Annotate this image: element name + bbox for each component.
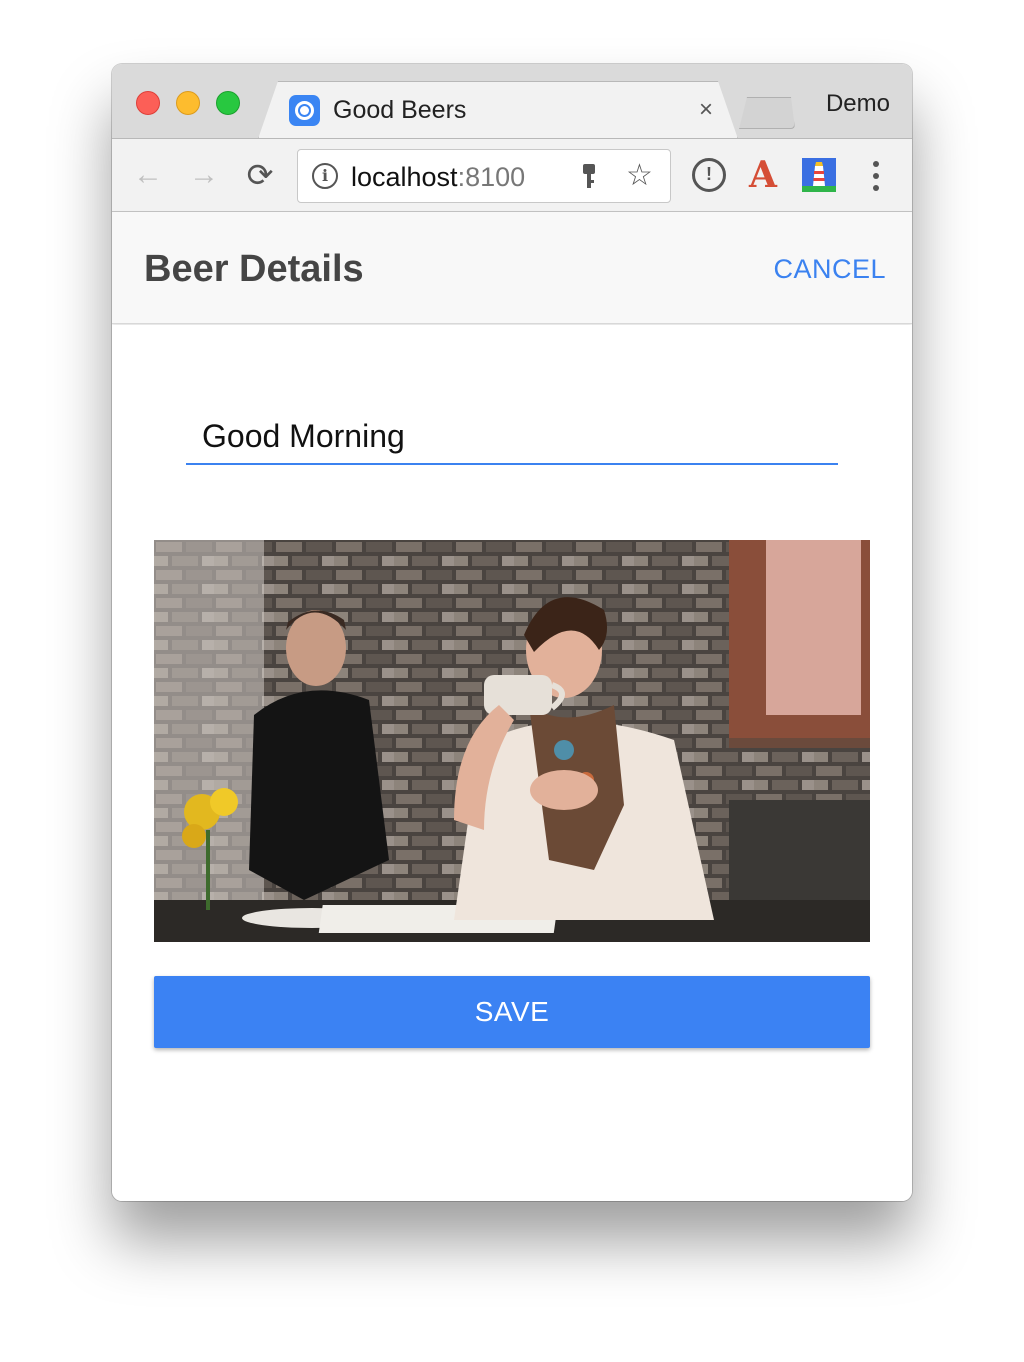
browser-menu-icon[interactable] <box>864 159 888 193</box>
save-button[interactable]: SAVE <box>154 976 870 1048</box>
close-window-button[interactable] <box>136 91 160 115</box>
forward-arrow-icon[interactable]: → <box>186 157 222 193</box>
page-title: Beer Details <box>144 248 364 290</box>
ionic-favicon-icon <box>289 95 320 126</box>
beer-gif-image <box>154 540 870 942</box>
key-icon[interactable] <box>581 162 597 192</box>
app-header: Beer Details CANCEL <box>112 212 912 324</box>
browser-window: Good Beers × Demo ← → ⟳ i localhost:8100… <box>112 64 912 1201</box>
tab-good-beers[interactable]: Good Beers × <box>258 81 738 139</box>
page-content: SAVE <box>112 325 912 1201</box>
bookmark-star-icon[interactable]: ☆ <box>626 158 653 194</box>
tab-close-icon[interactable]: × <box>699 96 713 124</box>
address-bar[interactable]: i localhost:8100 ☆ <box>297 149 671 203</box>
reload-icon[interactable]: ⟳ <box>242 157 278 193</box>
password-manager-icon[interactable]: ! <box>692 158 726 192</box>
back-arrow-icon[interactable]: ← <box>130 157 166 193</box>
tab-title: Good Beers <box>333 96 467 124</box>
url-text[interactable]: localhost:8100 <box>351 162 525 193</box>
minimize-window-button[interactable] <box>176 91 200 115</box>
tab-strip: Good Beers × Demo <box>112 64 912 138</box>
ext-a-icon[interactable]: A <box>746 157 780 193</box>
beer-name-input[interactable] <box>186 409 838 465</box>
zoom-window-button[interactable] <box>216 91 240 115</box>
profile-name[interactable]: Demo <box>826 90 890 118</box>
new-tab-button[interactable] <box>735 97 795 129</box>
browser-toolbar: ← → ⟳ i localhost:8100 ☆ ! A <box>112 138 912 212</box>
lighthouse-icon[interactable] <box>802 158 836 192</box>
cancel-button[interactable]: CANCEL <box>773 254 886 285</box>
info-icon[interactable]: i <box>312 163 338 189</box>
